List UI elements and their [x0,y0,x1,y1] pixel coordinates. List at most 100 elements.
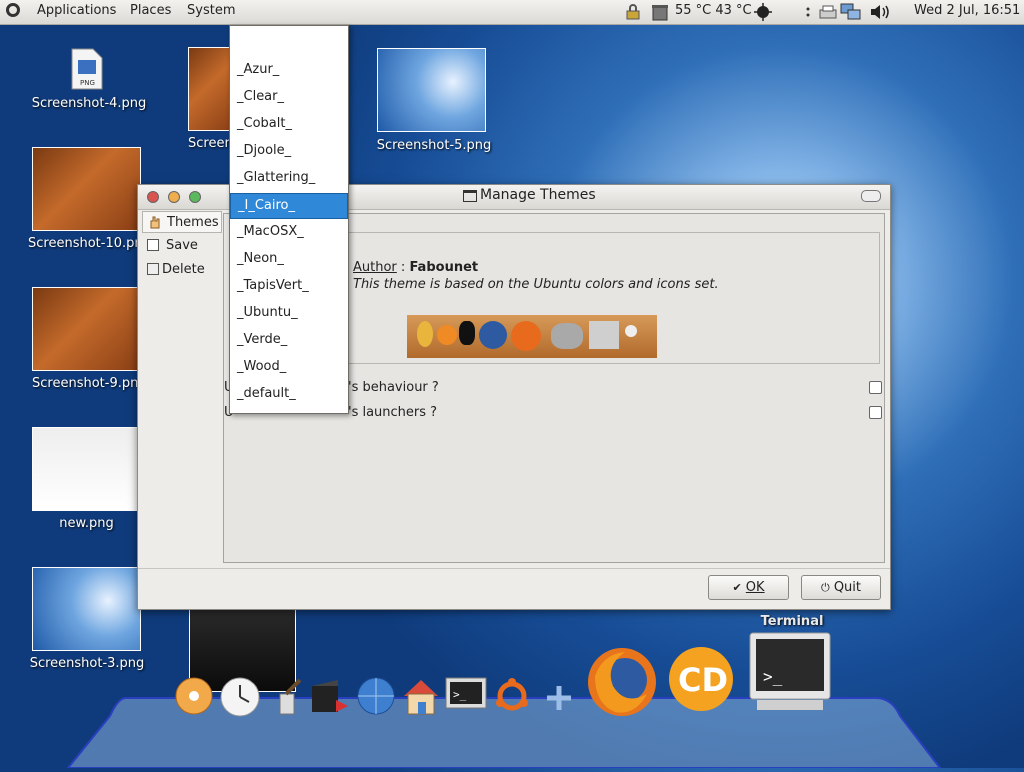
sidebar-item-delete[interactable]: Delete [142,259,222,281]
svg-text:>_: >_ [763,667,783,686]
maximize-icon[interactable] [189,191,201,203]
dialog-separator [138,568,890,569]
notification-dots-icon[interactable] [803,6,813,18]
check-icon: ✔ [732,581,742,594]
theme-option-cobalt[interactable]: _Cobalt_ [230,112,348,138]
terminal-icon[interactable]: >_ [749,632,831,712]
trash-icon[interactable] [650,3,670,21]
top-panel: Applications Places System 55 °C 43 °C W… [0,0,1024,25]
theme-dropdown-list[interactable]: _Azur_ _Clear_ _Cobalt_ _Djoole_ _Glatte… [229,25,349,414]
theme-option-label: _MacOSX_ [237,224,304,239]
cairo-dock-icon[interactable]: CD [667,645,735,713]
video-editor-icon[interactable] [308,676,350,716]
theme-option-label: _Djoole_ [237,143,292,158]
theme-option-label: _default_ [237,386,296,401]
paint-icon[interactable] [266,676,306,716]
shade-icon[interactable] [861,190,881,202]
firefox-icon[interactable] [585,646,659,718]
theme-author: Author : Fabounet [353,260,478,275]
theme-option-macosx[interactable]: _MacOSX_ [230,220,348,246]
theme-option-label: _Verde_ [237,332,288,347]
window-icon [463,190,477,202]
svg-text:CD: CD [678,661,728,699]
sidebar-item-themes[interactable]: Themes [142,211,222,233]
desktop-thumbnail-screenshot-10[interactable] [32,147,141,231]
sidebar-item-save[interactable]: Save [142,235,222,257]
terminal-small-icon[interactable]: >_ [444,676,488,716]
desktop-thumbnail-new[interactable] [32,427,141,511]
ubuntu-logo-icon[interactable] [6,3,20,17]
sidebar-item-label: Delete [162,262,205,277]
desktop-icon-label-partial: Screen [188,136,233,151]
add-launcher-plus-icon[interactable] [544,683,574,713]
author-name: Fabounet [409,260,479,275]
minimize-icon[interactable] [168,191,180,203]
desktop-thumbnail-screenshot-5[interactable] [377,48,486,132]
delete-icon [147,263,159,275]
printer-icon[interactable] [818,4,838,20]
option-launchers-label: 's launchers ? [348,405,438,420]
theme-option-label: _Cobalt_ [237,116,292,131]
theme-option-glattering[interactable]: _Glattering_ [230,166,348,192]
web-browser-globe-icon[interactable] [356,676,396,716]
theme-option-label: _Neon_ [237,251,284,266]
desktop-icon-screenshot-3: Screenshot-3.png [22,656,152,676]
ubuntu-icon[interactable] [492,676,532,716]
theme-option-azur[interactable]: _Azur_ [230,58,348,84]
desktop-thumbnail-screenshot-9[interactable] [32,287,141,371]
hand-icon [148,215,162,229]
author-separator: : [396,260,410,275]
ok-button-label: OK [745,580,765,595]
theme-option-neon[interactable]: _Neon_ [230,247,348,273]
lock-icon[interactable] [625,4,643,20]
theme-option-label: _Clear_ [237,89,284,104]
behaviour-checkbox[interactable] [869,381,882,394]
desktop-icon-label: Screenshot-4.png [31,96,147,111]
desktop-icon-new: new.png [32,516,141,536]
theme-option-label: _Glattering_ [237,170,316,185]
theme-option-verde[interactable]: _Verde_ [230,328,348,354]
desktop-thumbnail-screenshot-3[interactable] [32,567,141,651]
dialog-title: Manage Themes [480,187,596,203]
launchers-checkbox[interactable] [869,406,882,419]
theme-description: This theme is based on the Ubuntu colors… [353,277,719,292]
desktop-icon-label: Screenshot-5.png [376,138,492,153]
theme-option-label: _I_Cairo_ [238,198,296,213]
dock-tooltip-label: Terminal [760,614,824,629]
clock-icon[interactable] [219,676,261,718]
power-icon: ⏻ [820,581,830,594]
theme-option-tapisvert[interactable]: _TapisVert_ [230,274,348,300]
menu-applications[interactable]: Applications [37,3,116,18]
quit-button-label: Quit [833,580,862,595]
theme-option-clear[interactable]: _Clear_ [230,85,348,111]
theme-option-default[interactable]: _default_ [230,382,348,408]
theme-option-label: _Azur_ [237,62,280,77]
theme-option-djoole[interactable]: _Djoole_ [230,139,348,165]
menu-places[interactable]: Places [130,3,171,18]
sidebar-item-label: Save [166,238,198,253]
dialog-sidebar: Themes Save Delete [142,211,222,311]
theme-preview-image [407,315,657,358]
menu-system[interactable]: System [187,3,235,18]
svg-text:>_: >_ [453,688,467,701]
home-folder-icon[interactable] [400,676,442,716]
desktop-thumbnail[interactable] [188,47,234,131]
theme-option-wood[interactable]: _Wood_ [230,355,348,381]
sidebar-item-label: Themes [167,215,219,230]
close-icon[interactable] [147,191,159,203]
clock[interactable]: Wed 2 Jul, 16:51 [914,3,1020,18]
disc-burner-icon[interactable] [174,676,214,716]
png-file-icon: PNG [71,48,103,90]
temperature-readout: 55 °C 43 °C [675,3,752,18]
desktop-icon-label: Screenshot-3.png [29,656,145,671]
desktop-icon-screenshot-10: Screenshot-10.png [20,236,140,256]
volume-icon[interactable] [869,3,893,21]
theme-option-i-cairo[interactable]: _I_Cairo_ [230,193,348,219]
ok-button[interactable]: ✔ OK [708,575,789,600]
cpu-sensor-icon[interactable] [754,3,772,21]
desktop-icon-label: Screenshot-9.png [32,376,138,391]
theme-option-ubuntu[interactable]: _Ubuntu_ [230,301,348,327]
desktop-icon-screenshot-9: Screenshot-9.png [20,376,138,396]
quit-button[interactable]: ⏻ Quit [801,575,881,600]
network-icon[interactable] [840,2,862,22]
